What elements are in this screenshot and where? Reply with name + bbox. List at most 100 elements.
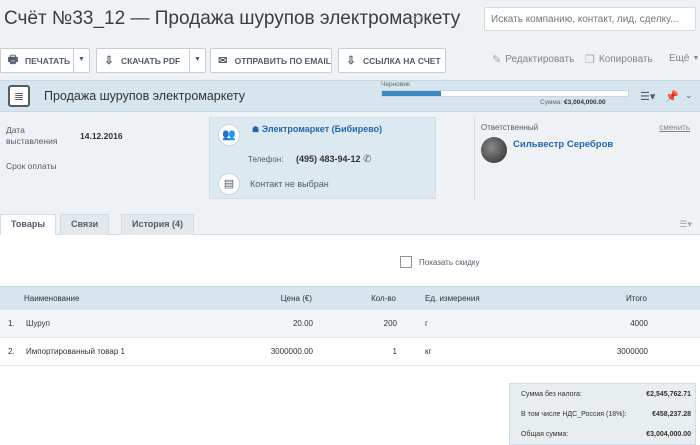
copy-link[interactable]: ❐ Копировать: [585, 53, 653, 66]
header-sum-value: €3,004,000.00: [564, 99, 606, 106]
phone-value[interactable]: (495) 483-94-12 ✆: [296, 154, 371, 165]
col-unit: Ед. измерения: [425, 294, 480, 303]
invoice-header: ≣ Продажа шурупов электромаркету Чернови…: [0, 80, 700, 112]
doc-icon: ≣: [8, 85, 30, 107]
table-row[interactable]: 2. Импортированный товар 1 3000000.00 1 …: [0, 338, 700, 366]
invoice-link-label: ССЫЛКА НА СЧЕТ: [363, 55, 441, 66]
edit-label: Редактировать: [505, 54, 575, 65]
toolbar: 🖶 ПЕЧАТАТЬ ▼ ⇩ СКАЧАТЬ PDF ▼ ✉ ОТПРАВИТЬ…: [0, 48, 700, 74]
show-discount-toggle[interactable]: Показать скидку: [400, 256, 479, 268]
total-sum-row: Общая сумма: €3,004,000.00: [510, 426, 697, 445]
date-value: 14.12.2016: [80, 131, 123, 141]
col-qty: Кол-во: [371, 294, 396, 303]
company-name: Электромаркет (Бибирево): [261, 124, 383, 134]
send-email-button[interactable]: ✉ ОТПРАВИТЬ ПО EMAIL: [210, 48, 332, 73]
responsible-card: Ответственный сменить Сильвестр Серебров: [474, 117, 696, 199]
show-discount-label: Показать скидку: [419, 257, 480, 267]
tabs-bar: Товары Связи История (4) ☰▾: [0, 210, 700, 236]
row-price: 20.00: [292, 319, 313, 328]
list-icon[interactable]: ☰▾: [640, 90, 655, 103]
header-sum: Сумма: €3,004,000.00: [540, 99, 606, 106]
row-unit: кг: [425, 347, 432, 356]
chevron-down-icon[interactable]: ⌄: [685, 90, 693, 101]
row-qty: 1: [392, 347, 397, 356]
responsible-label: Ответственный: [481, 123, 539, 132]
row-unit: г: [425, 319, 428, 328]
row-total: 4000: [630, 319, 648, 328]
phone-icon[interactable]: ✆: [363, 154, 371, 165]
status-progress-fill: [382, 91, 442, 96]
change-responsible-link[interactable]: сменить: [659, 123, 690, 132]
print-button[interactable]: 🖶 ПЕЧАТАТЬ ▼: [0, 48, 90, 73]
edit-link[interactable]: ✎ Редактировать: [492, 53, 574, 66]
print-label: ПЕЧАТАТЬ: [25, 55, 71, 66]
mail-icon: ✉: [218, 55, 228, 67]
company-link[interactable]: ☗ Электромаркет (Бибирево): [252, 124, 382, 134]
send-email-label: ОТПРАВИТЬ ПО EMAIL: [234, 55, 331, 66]
total-net-label: Сумма без налога:: [521, 391, 582, 398]
invoice-link-button[interactable]: ⇩ ССЫЛКА НА СЧЕТ: [338, 48, 446, 73]
print-dropdown-arrow[interactable]: ▼: [73, 49, 89, 72]
company-small-icon: ☗: [252, 125, 260, 134]
total-net-row: Сумма без налога: €2,545,762.71: [510, 386, 697, 406]
tabs-menu-icon[interactable]: ☰▾: [679, 219, 692, 230]
col-name: Наименование: [24, 294, 80, 303]
page-title: Счёт №33_12 — Продажа шурупов электромар…: [4, 8, 461, 29]
responsible-name[interactable]: Сильвестр Серебров: [513, 139, 613, 150]
edit-icon: ✎: [492, 54, 502, 66]
total-vat-value: €458,237.28: [652, 411, 691, 418]
header-sum-label: Сумма:: [540, 99, 563, 106]
more-label: Ещё: [669, 53, 690, 64]
totals-box: Сумма без налога: €2,545,762.71 В том чи…: [509, 383, 696, 445]
chevron-down-icon: ▼: [692, 55, 700, 62]
contact-icon: ▤: [218, 173, 240, 195]
table-row[interactable]: 1. Шуруп 20.00 200 г 4000: [0, 310, 700, 338]
copy-label: Копировать: [598, 54, 653, 65]
download-pdf-label: СКАЧАТЬ PDF: [121, 55, 181, 66]
link-icon: ⇩: [346, 55, 356, 67]
row-name: Шуруп: [26, 319, 50, 328]
search-box[interactable]: [484, 7, 696, 31]
tab-products[interactable]: Товары: [0, 214, 57, 236]
col-price: Цена (€): [280, 294, 312, 303]
row-name: Импортированный товар 1: [26, 347, 125, 356]
status-label: Черновик: [381, 81, 410, 88]
avatar: [481, 137, 507, 163]
date-label-2: выставления: [6, 136, 58, 146]
due-date-label: Срок оплаты: [6, 161, 57, 171]
products-panel: Показать скидку Наименование Цена (€) Ко…: [0, 235, 700, 445]
tab-history[interactable]: История (4): [121, 214, 195, 235]
invoice-page: Счёт №33_12 — Продажа шурупов электромар…: [0, 0, 700, 445]
title-bar: Счёт №33_12 — Продажа шурупов электромар…: [0, 0, 700, 40]
show-discount-checkbox[interactable]: [400, 256, 412, 268]
print-icon: 🖶: [7, 54, 19, 66]
total-vat-label: В том числе НДС_Россия (18%):: [521, 411, 627, 418]
row-total: 3000000: [616, 347, 648, 356]
phone-label: Телефон:: [248, 155, 284, 164]
phone-number: (495) 483-94-12: [296, 154, 361, 164]
row-price: 3000000.00: [270, 347, 313, 356]
date-label-1: Дата: [6, 125, 25, 135]
search-input[interactable]: [485, 8, 695, 30]
download-pdf-button[interactable]: ⇩ СКАЧАТЬ PDF ▼: [96, 48, 206, 73]
total-sum-label: Общая сумма:: [521, 431, 569, 438]
tab-links[interactable]: Связи: [60, 214, 110, 235]
total-net-value: €2,545,762.71: [646, 391, 691, 398]
client-card: 👥 ☗ Электромаркет (Бибирево) Телефон: (4…: [209, 117, 436, 199]
total-sum-value: €3,004,000.00: [646, 431, 691, 438]
company-icon: 👥: [218, 124, 240, 146]
status-progress-bar[interactable]: [381, 90, 629, 97]
pin-icon[interactable]: 📌: [665, 90, 679, 103]
total-vat-row: В том числе НДС_Россия (18%): €458,237.2…: [510, 406, 697, 426]
invoice-title: Продажа шурупов электромаркету: [44, 89, 246, 103]
pdf-dropdown-arrow[interactable]: ▼: [189, 49, 205, 72]
contact-value[interactable]: Контакт не выбран: [250, 179, 329, 189]
invoice-info: Дата выставления 14.12.2016 Срок оплаты …: [0, 112, 700, 210]
col-total: Итого: [626, 294, 647, 303]
star-icon[interactable]: ☆: [410, 9, 425, 29]
row-num: 2.: [8, 347, 15, 356]
more-link[interactable]: Ещё ▼: [669, 53, 699, 64]
download-icon: ⇩: [104, 55, 114, 67]
products-table-header: Наименование Цена (€) Кол-во Ед. измерен…: [0, 286, 700, 310]
copy-icon: ❐: [585, 54, 595, 66]
